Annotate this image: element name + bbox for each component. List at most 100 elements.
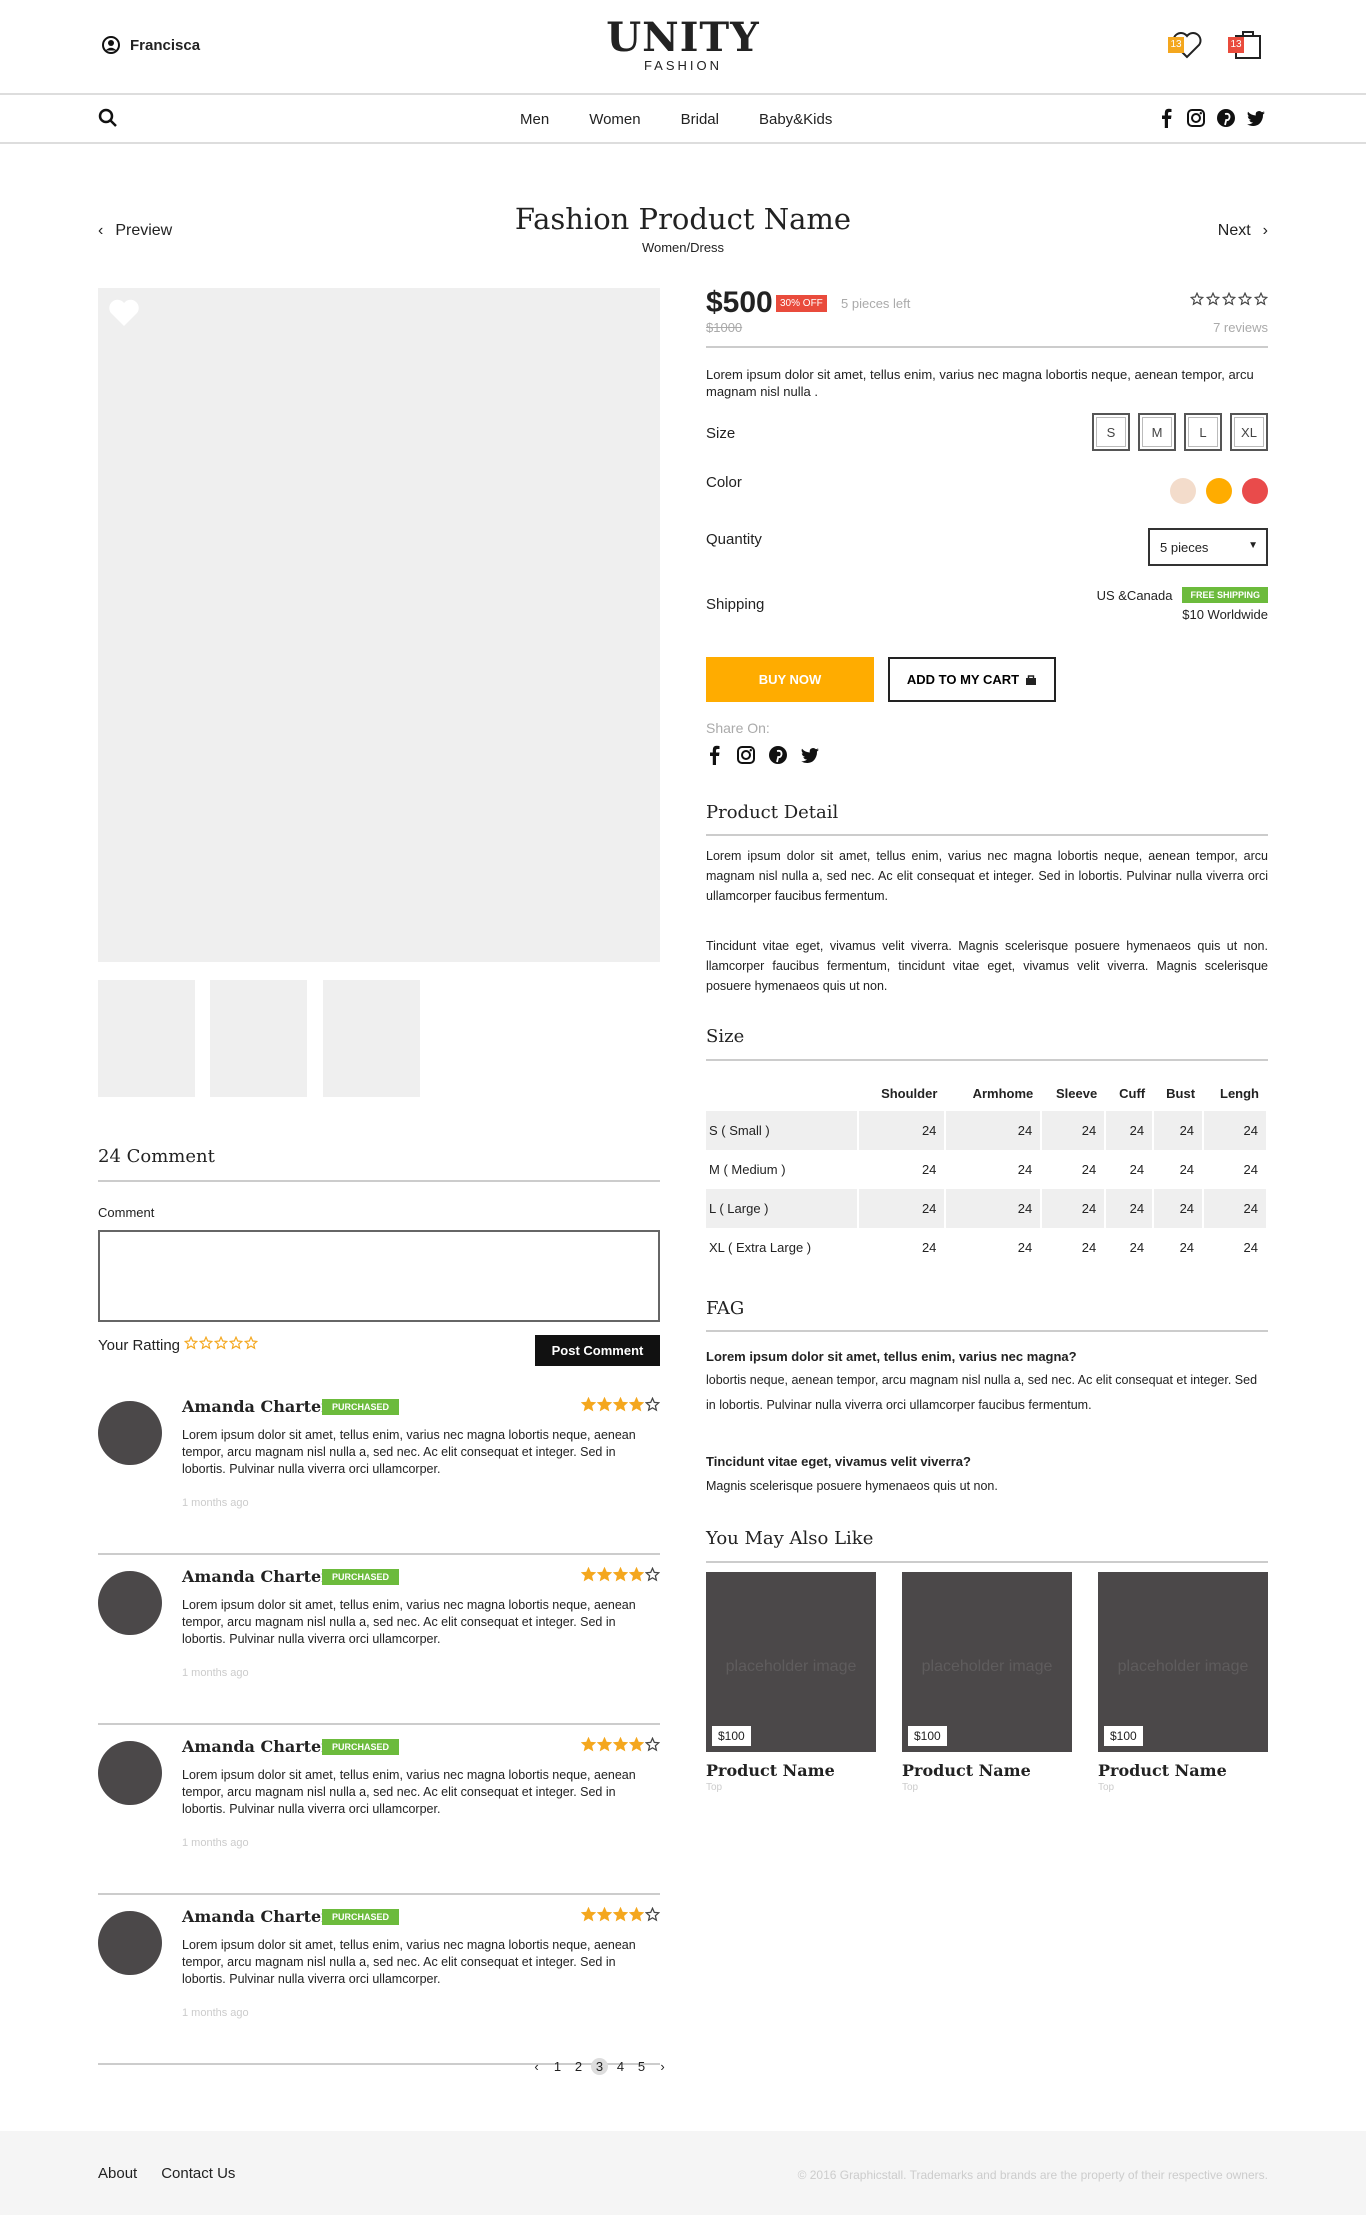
commenter-name[interactable]: Amanda Charter <box>182 1907 330 1926</box>
pinterest-icon[interactable] <box>1216 108 1236 128</box>
related-product-card[interactable]: placeholder image $100 Product Name Top <box>1098 1572 1268 1793</box>
nav-women[interactable]: Women <box>589 111 640 128</box>
page-link[interactable]: 1 <box>549 2058 566 2075</box>
comment-rating <box>580 1736 661 1757</box>
wishlist-button[interactable]: 13 <box>1168 28 1204 62</box>
pinterest-icon[interactable] <box>768 745 788 765</box>
star-icon <box>644 1736 661 1757</box>
divider <box>706 834 1268 836</box>
table-cell: 24 <box>857 1189 947 1228</box>
table-cell: 24 <box>857 1228 947 1267</box>
table-cell: 24 <box>1105 1111 1155 1150</box>
nav-baby-kids[interactable]: Baby&Kids <box>759 111 832 128</box>
chevron-right-icon: › <box>1262 222 1268 239</box>
footer-link-contact[interactable]: Contact Us <box>161 2165 235 2182</box>
comments-heading: 24 Comment <box>98 1146 215 1167</box>
size-option-m[interactable]: M <box>1138 413 1176 451</box>
table-cell: 24 <box>1105 1228 1155 1267</box>
size-option-l[interactable]: L <box>1184 413 1222 451</box>
related-product-card[interactable]: placeholder image $100 Product Name Top <box>902 1572 1072 1793</box>
color-option-red[interactable] <box>1242 478 1268 504</box>
next-product-link[interactable]: Next › <box>1218 222 1268 240</box>
page-link[interactable]: 4 <box>612 2058 629 2075</box>
star-icon <box>628 1566 645 1587</box>
share-label: Share On: <box>706 720 770 736</box>
twitter-icon[interactable] <box>800 745 820 765</box>
size-option-xl[interactable]: XL <box>1230 413 1268 451</box>
avatar[interactable] <box>98 1741 162 1805</box>
product-image[interactable]: placeholder image $100 <box>1098 1572 1268 1752</box>
color-selector <box>1170 478 1268 504</box>
table-cell: 24 <box>1203 1189 1268 1228</box>
cart-count: 13 <box>1228 37 1244 53</box>
column-header: Sleeve <box>1055 1085 1098 1101</box>
star-icon[interactable] <box>213 1335 229 1354</box>
product-price: $500 <box>706 286 773 319</box>
product-rating[interactable] <box>1189 291 1269 311</box>
product-image[interactable]: placeholder image $100 <box>902 1572 1072 1752</box>
quantity-select[interactable]: 5 pieces ▼ <box>1148 528 1268 566</box>
facebook-icon[interactable] <box>706 745 724 765</box>
cart-button[interactable]: 13 <box>1228 28 1264 62</box>
star-icon[interactable] <box>228 1335 244 1354</box>
size-chart-table: Shoulder Armhome Sleeve Cuff Bust Lengh … <box>706 1075 1268 1267</box>
thumbnail-2[interactable] <box>210 980 307 1097</box>
product-name[interactable]: Product Name <box>902 1761 1072 1780</box>
search-icon <box>98 108 117 127</box>
thumbnail-3[interactable] <box>323 980 420 1097</box>
avatar[interactable] <box>98 1401 162 1465</box>
avatar[interactable] <box>98 1571 162 1635</box>
favorite-button[interactable] <box>108 298 140 333</box>
star-icon <box>1253 291 1269 311</box>
twitter-icon[interactable] <box>1246 108 1266 128</box>
star-icon[interactable] <box>198 1335 214 1354</box>
prev-page-icon[interactable]: ‹ <box>528 2058 545 2075</box>
free-shipping-badge: FREE SHIPPING <box>1182 587 1268 603</box>
star-icon[interactable] <box>183 1335 199 1354</box>
page-link[interactable]: 2 <box>570 2058 587 2075</box>
add-to-cart-button[interactable]: ADD TO MY CART <box>888 657 1056 702</box>
product-image[interactable]: placeholder image $100 <box>706 1572 876 1752</box>
reviews-count[interactable]: 7 reviews <box>1213 320 1268 335</box>
facebook-icon[interactable] <box>1158 108 1176 128</box>
logo[interactable]: UNITY FASHION <box>0 16 1366 74</box>
comment-textarea[interactable] <box>98 1230 660 1322</box>
next-page-icon[interactable]: › <box>654 2058 671 2075</box>
star-icon <box>644 1566 661 1587</box>
footer-link-about[interactable]: About <box>98 2165 137 2182</box>
related-product-card[interactable]: placeholder image $100 Product Name Top <box>706 1572 876 1793</box>
post-comment-button[interactable]: Post Comment <box>535 1335 660 1366</box>
size-option-s[interactable]: S <box>1092 413 1130 451</box>
product-name[interactable]: Product Name <box>1098 1761 1268 1780</box>
search-button[interactable] <box>98 108 118 133</box>
comment-rating <box>580 1396 661 1417</box>
page-link[interactable]: 5 <box>633 2058 650 2075</box>
commenter-name[interactable]: Amanda Charter <box>182 1567 330 1586</box>
thumbnail-1[interactable] <box>98 980 195 1097</box>
product-name[interactable]: Product Name <box>706 1761 876 1780</box>
nav-bridal[interactable]: Bridal <box>681 111 719 128</box>
size-label: Size <box>706 425 736 442</box>
instagram-icon[interactable] <box>736 745 756 765</box>
comment-time: 1 months ago <box>182 1837 249 1849</box>
nav-men[interactable]: Men <box>520 111 549 128</box>
star-icon <box>1221 291 1237 311</box>
main-product-image[interactable] <box>98 288 660 962</box>
rating-stars[interactable] <box>183 1335 259 1354</box>
page-link-current[interactable]: 3 <box>591 2058 608 2075</box>
comment-text: Lorem ipsum dolor sit amet, tellus enim,… <box>182 1938 636 1986</box>
buy-now-button[interactable]: BUY NOW <box>706 657 874 702</box>
instagram-icon[interactable] <box>1186 108 1206 128</box>
table-cell: 24 <box>945 1228 1043 1267</box>
comment-time: 1 months ago <box>182 1667 249 1679</box>
color-option-beige[interactable] <box>1170 478 1196 504</box>
color-option-orange[interactable] <box>1206 478 1232 504</box>
commenter-name[interactable]: Amanda Charter <box>182 1397 330 1416</box>
star-icon[interactable] <box>243 1335 259 1354</box>
avatar[interactable] <box>98 1911 162 1975</box>
star-icon <box>580 1396 597 1417</box>
commenter-name[interactable]: Amanda Charter <box>182 1737 330 1756</box>
breadcrumb[interactable]: Women/Dress <box>0 240 1366 255</box>
product-description: Lorem ipsum dolor sit amet, tellus enim,… <box>706 367 1254 399</box>
star-icon <box>1189 291 1205 311</box>
